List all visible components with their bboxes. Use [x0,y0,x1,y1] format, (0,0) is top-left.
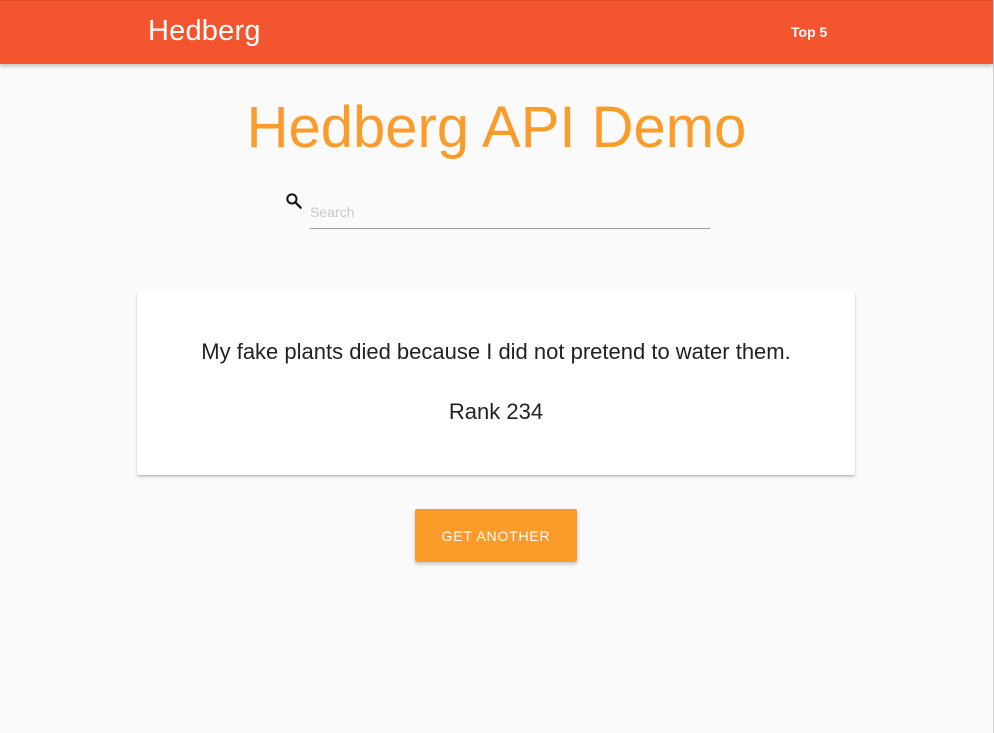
get-another-button[interactable]: GET ANOTHER [415,509,577,562]
nav-link-top-5[interactable]: Top 5 [791,24,827,40]
search-icon [286,193,302,209]
top-navbar: Hedberg Top 5 [0,0,993,64]
quote-rank: Rank 234 [448,399,544,424]
page-title: Hedberg API Demo [246,95,747,160]
brand-link[interactable]: Hedberg [148,15,261,48]
search-input[interactable] [310,195,710,229]
quote-text: My fake plants died because I did not pr… [201,339,791,364]
quote-card: My fake plants died because I did not pr… [137,291,855,475]
